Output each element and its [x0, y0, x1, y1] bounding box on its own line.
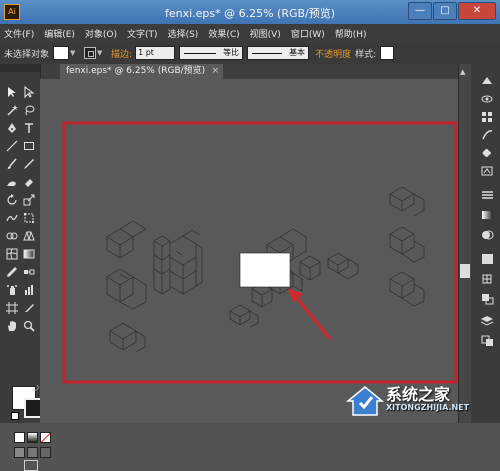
- rectangle-icon[interactable]: [21, 138, 37, 154]
- draw-mode-buttons: [14, 447, 51, 458]
- menu-bar: 文件(F) 编辑(E) 对象(O) 文字(T) 选择(S) 效果(C) 视图(V…: [0, 24, 500, 42]
- pencil-icon[interactable]: [21, 156, 37, 172]
- variable-width-profile[interactable]: 等比: [179, 46, 244, 60]
- brush-definition[interactable]: 基本: [247, 46, 310, 60]
- warp-icon[interactable]: [4, 210, 20, 226]
- menu-file[interactable]: 文件(F): [4, 27, 34, 40]
- gradient-mode-icon[interactable]: [27, 432, 38, 443]
- artboard-icon[interactable]: [4, 300, 20, 316]
- right-panel-dock: ▲: [458, 64, 500, 423]
- opacity-label[interactable]: 不透明度: [315, 47, 351, 60]
- slice-icon[interactable]: [21, 300, 37, 316]
- magic-wand-icon[interactable]: [4, 102, 20, 118]
- watermark: 系统之家 XITONGZHIJIA.NET: [346, 381, 496, 419]
- document-tab[interactable]: fenxi.eps* @ 6.25% (RGB/预览) ×: [60, 64, 224, 79]
- close-tab-icon[interactable]: ×: [212, 64, 220, 79]
- minimize-button[interactable]: —: [408, 2, 432, 20]
- menu-help[interactable]: 帮助(H): [335, 27, 367, 40]
- scroll-up-icon[interactable]: ▲: [460, 68, 470, 76]
- document-tab-bar: fenxi.eps* @ 6.25% (RGB/预览) ×: [40, 64, 458, 79]
- stroke-swatch[interactable]: [84, 47, 97, 59]
- graphic-styles-icon[interactable]: [479, 164, 495, 178]
- tools-panel: ⤾: [0, 64, 51, 471]
- scale-icon[interactable]: [21, 192, 37, 208]
- stroke-panel-icon[interactable]: [479, 188, 495, 202]
- color-mode-icon[interactable]: [14, 432, 25, 443]
- style-swatch[interactable]: [380, 46, 395, 60]
- profile-label: 等比: [223, 48, 240, 57]
- blend-icon[interactable]: [21, 264, 37, 280]
- appearance-icon[interactable]: [479, 92, 495, 106]
- default-colors-icon[interactable]: [11, 412, 19, 420]
- stroke-weight-field[interactable]: 1 pt: [135, 46, 176, 60]
- fill-swatch[interactable]: [53, 46, 70, 60]
- scrollbar-thumb[interactable]: [460, 264, 470, 278]
- eyedropper-icon[interactable]: [4, 264, 20, 280]
- menu-effect[interactable]: 效果(C): [208, 27, 239, 40]
- artboards-icon[interactable]: [479, 334, 495, 348]
- no-selection-label: 未选择对象: [4, 49, 50, 60]
- symbol-sprayer-icon[interactable]: [4, 282, 20, 298]
- selected-white-rectangle: [239, 252, 291, 288]
- maximize-button[interactable]: □: [433, 2, 457, 20]
- hand-icon[interactable]: [4, 318, 20, 334]
- transparency-icon[interactable]: [479, 228, 495, 242]
- canvas-area[interactable]: [40, 79, 458, 423]
- draw-inside-icon[interactable]: [40, 447, 51, 458]
- graph-icon[interactable]: [21, 282, 37, 298]
- shape-builder-icon[interactable]: [4, 228, 20, 244]
- menu-type[interactable]: 文字(T): [127, 27, 158, 40]
- layers-icon[interactable]: [479, 314, 495, 328]
- color-panel-icon[interactable]: [479, 74, 495, 88]
- watermark-url: XITONGZHIJIA.NET: [386, 403, 470, 412]
- vertical-scrollbar[interactable]: [459, 64, 471, 423]
- gradient-panel-icon[interactable]: [479, 208, 495, 222]
- screen-mode-icon[interactable]: [24, 460, 38, 471]
- swatches-icon[interactable]: [479, 110, 495, 124]
- title-bar: Ai fenxi.eps* @ 6.25% (RGB/预览) — □ ✕: [0, 0, 500, 24]
- perspective-icon[interactable]: [21, 228, 37, 244]
- selection-icon[interactable]: [4, 84, 20, 100]
- zoom-icon[interactable]: [21, 318, 37, 334]
- brush-icon[interactable]: [4, 156, 20, 172]
- draw-normal-icon[interactable]: [14, 447, 25, 458]
- chevron-down-icon[interactable]: ▼: [70, 49, 78, 57]
- transform-icon[interactable]: [479, 272, 495, 286]
- free-transform-icon[interactable]: [21, 210, 37, 226]
- rotate-icon[interactable]: [4, 192, 20, 208]
- stroke-label[interactable]: 描边:: [111, 47, 132, 60]
- panel-grip[interactable]: [0, 64, 40, 72]
- lasso-icon[interactable]: [21, 102, 37, 118]
- document-tab-label: fenxi.eps* @ 6.25% (RGB/预览): [66, 66, 206, 76]
- symbols-icon[interactable]: [479, 146, 495, 160]
- artwork: [62, 121, 458, 384]
- watermark-logo-icon: [346, 386, 384, 416]
- direct-selection-icon[interactable]: [21, 84, 37, 100]
- mesh-icon[interactable]: [4, 246, 20, 262]
- menu-edit[interactable]: 编辑(E): [44, 27, 75, 40]
- menu-object[interactable]: 对象(O): [85, 27, 117, 40]
- color-mode-buttons: [14, 432, 51, 443]
- type-icon[interactable]: [21, 120, 37, 136]
- control-bar: 未选择对象 ▼ ▼ 描边: 1 pt 等比 基本 不透明度 样式:: [0, 42, 500, 65]
- menu-window[interactable]: 窗口(W): [291, 27, 325, 40]
- chevron-down-icon[interactable]: ▼: [97, 49, 105, 57]
- none-mode-icon[interactable]: [40, 432, 51, 443]
- close-button[interactable]: ✕: [458, 2, 496, 20]
- brush-label: 基本: [289, 48, 306, 57]
- blob-brush-icon[interactable]: [4, 174, 20, 190]
- menu-select[interactable]: 选择(S): [168, 27, 199, 40]
- line-icon[interactable]: [4, 138, 20, 154]
- style-label: 样式:: [355, 49, 377, 60]
- align-icon[interactable]: [479, 252, 495, 266]
- brushes-icon[interactable]: [479, 128, 495, 142]
- draw-behind-icon[interactable]: [27, 447, 38, 458]
- pathfinder-icon[interactable]: [479, 292, 495, 306]
- pen-icon[interactable]: [4, 120, 20, 136]
- swap-colors-icon[interactable]: ⤾: [32, 384, 39, 394]
- watermark-text: 系统之家: [386, 385, 451, 404]
- eraser-icon[interactable]: [21, 174, 37, 190]
- gradient-icon[interactable]: [21, 246, 37, 262]
- menu-view[interactable]: 视图(V): [250, 27, 281, 40]
